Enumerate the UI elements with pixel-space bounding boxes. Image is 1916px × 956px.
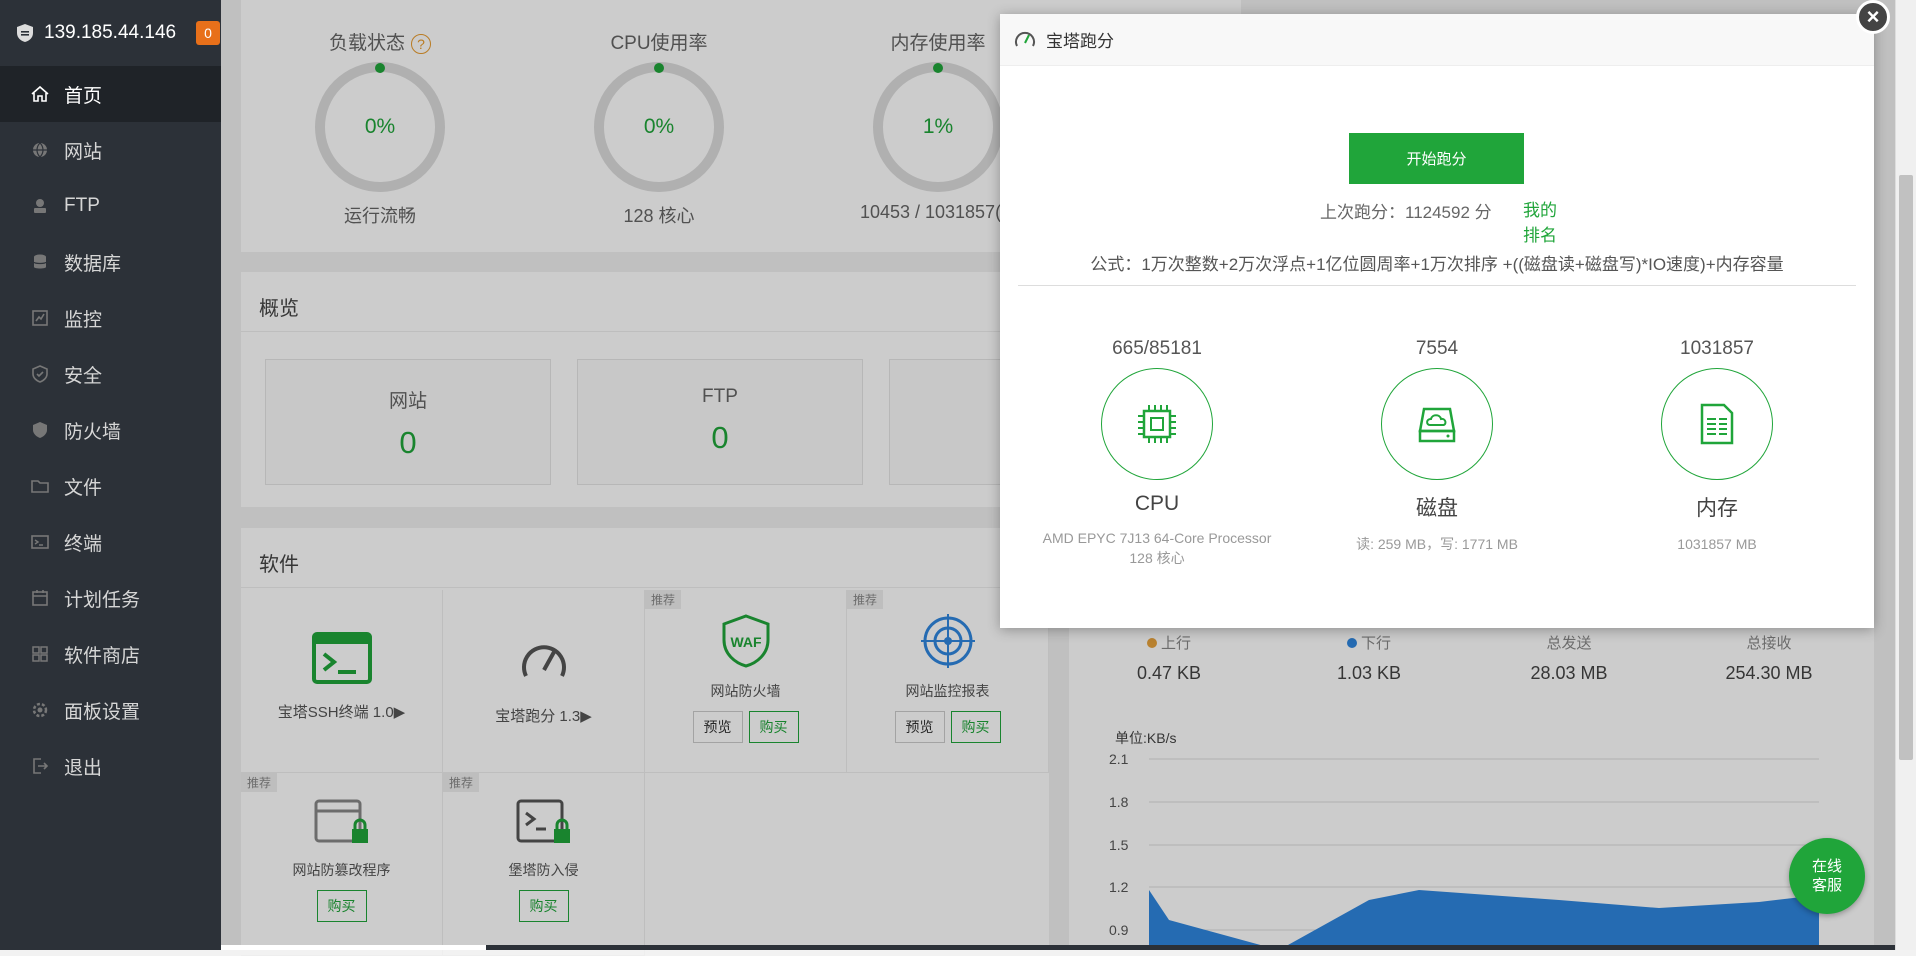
- cpu-cores: 128 核心: [1129, 550, 1185, 566]
- server-header: 139.185.44.146 0: [0, 0, 221, 66]
- my-rank-link[interactable]: 我的排名: [1520, 198, 1560, 248]
- sidebar-item-terminal[interactable]: 终端: [0, 514, 221, 570]
- sidebar-item-label: 软件商店: [64, 645, 141, 667]
- sidebar-item-label: FTP: [64, 195, 100, 216]
- disk-circle: [1381, 368, 1493, 480]
- modal-title: 宝塔跑分: [1046, 32, 1114, 51]
- sidebar-item-cron[interactable]: 计划任务: [0, 570, 221, 626]
- sidebar-item-home[interactable]: 首页: [0, 66, 221, 122]
- formula-text: 公式：1万次整数+2万次浮点+1亿位圆周率+1万次排序 +((磁盘读+磁盘写)*…: [1090, 255, 1784, 274]
- start-benchmark-button[interactable]: 开始跑分: [1349, 133, 1524, 184]
- cpu-model: AMD EPYC 7J13 64-Core Processor: [1042, 530, 1272, 546]
- divider: [1018, 285, 1856, 286]
- scrollbar-thumb[interactable]: [1899, 175, 1913, 760]
- cpu-label: CPU: [1134, 492, 1180, 515]
- modal-header: 宝塔跑分: [1000, 14, 1874, 66]
- disk-desc: 读: 259 MB，写: 1771 MB: [1356, 536, 1518, 552]
- horizontal-scrollbar[interactable]: [221, 945, 1895, 950]
- modal-close-button[interactable]: ×: [1856, 0, 1890, 34]
- horizontal-scrollbar-thumb[interactable]: [221, 945, 486, 950]
- cpu-chip-icon: [1138, 405, 1176, 443]
- folder-icon: [30, 476, 50, 496]
- ftp-icon: [30, 196, 50, 216]
- calendar-icon: [30, 588, 50, 608]
- database-icon: [30, 252, 50, 272]
- sidebar-item-database[interactable]: 数据库: [0, 234, 221, 290]
- sidebar-item-security[interactable]: 安全: [0, 346, 221, 402]
- sidebar-item-label: 网站: [64, 141, 103, 163]
- disk-icon: [1418, 407, 1456, 443]
- metric-disk: 7554 磁盘 读: 259 MB，写: 1771 MB: [1317, 338, 1557, 554]
- sidebar-item-label: 文件: [64, 477, 103, 499]
- terminal-icon: [30, 532, 50, 552]
- server-shield-icon: [16, 23, 34, 43]
- logout-icon: [30, 756, 50, 776]
- sidebar-item-label: 监控: [64, 309, 103, 331]
- sidebar-item-label: 安全: [64, 365, 103, 387]
- sidebar-item-files[interactable]: 文件: [0, 458, 221, 514]
- sidebar-item-label: 终端: [64, 533, 103, 555]
- disk-label: 磁盘: [1416, 497, 1458, 520]
- home-icon: [30, 84, 50, 104]
- message-badge[interactable]: 0: [196, 21, 221, 45]
- sidebar-item-firewall[interactable]: 防火墙: [0, 402, 221, 458]
- cpu-score: 665/85181: [1112, 338, 1202, 359]
- memory-score: 1031857: [1680, 338, 1754, 359]
- metric-cpu: 665/85181 CPU AMD EPYC 7J13 64-Core Proc…: [1037, 338, 1277, 568]
- sidebar-item-logout[interactable]: 退出: [0, 738, 221, 794]
- sidebar-item-label: 首页: [64, 85, 103, 107]
- sidebar-item-label: 防火墙: [64, 421, 122, 443]
- sidebar-item-label: 数据库: [64, 253, 122, 275]
- sidebar-item-label: 面板设置: [64, 701, 141, 723]
- disk-score: 7554: [1415, 338, 1459, 359]
- vertical-scrollbar[interactable]: [1895, 0, 1916, 950]
- shield-check-icon: [30, 364, 50, 384]
- monitor-icon: [30, 308, 50, 328]
- speedometer-icon: [1015, 31, 1035, 46]
- server-ip: 139.185.44.146: [44, 22, 177, 43]
- memory-circle: [1661, 368, 1773, 480]
- sidebar-item-monitor[interactable]: 监控: [0, 290, 221, 346]
- sidebar: 139.185.44.146 0 首页 网站 FTP 数据库 监控 安全 防火墙…: [0, 0, 221, 950]
- sidebar-item-settings[interactable]: 面板设置: [0, 682, 221, 738]
- benchmark-modal: 宝塔跑分 开始跑分 上次跑分：1124592 分 我的排名 公式：1万次整数+2…: [1000, 14, 1874, 628]
- sidebar-item-website[interactable]: 网站: [0, 122, 221, 178]
- memory-label: 内存: [1696, 497, 1738, 520]
- sidebar-item-label: 退出: [64, 757, 103, 779]
- globe-icon: [30, 140, 50, 160]
- online-support-button[interactable]: 在线客服: [1789, 838, 1865, 914]
- online-support-label: 在线客服: [1811, 858, 1842, 894]
- memory-desc: 1031857 MB: [1677, 536, 1757, 552]
- sidebar-item-label: 计划任务: [64, 589, 141, 611]
- sidebar-item-store[interactable]: 软件商店: [0, 626, 221, 682]
- last-score: 上次跑分：1124592 分: [1320, 203, 1492, 222]
- sidebar-menu: 首页 网站 FTP 数据库 监控 安全 防火墙 文件 终端 计划任务 软件商店 …: [0, 66, 221, 794]
- cpu-desc: AMD EPYC 7J13 64-Core Processor 128 核心: [1037, 528, 1277, 568]
- firewall-icon: [30, 420, 50, 440]
- apps-icon: [30, 644, 50, 664]
- sidebar-item-ftp[interactable]: FTP: [0, 178, 221, 234]
- settings-icon: [30, 700, 50, 720]
- memory-icon: [1700, 403, 1734, 445]
- metric-memory: 1031857 内存 1031857 MB: [1597, 338, 1837, 554]
- cpu-circle: [1101, 368, 1213, 480]
